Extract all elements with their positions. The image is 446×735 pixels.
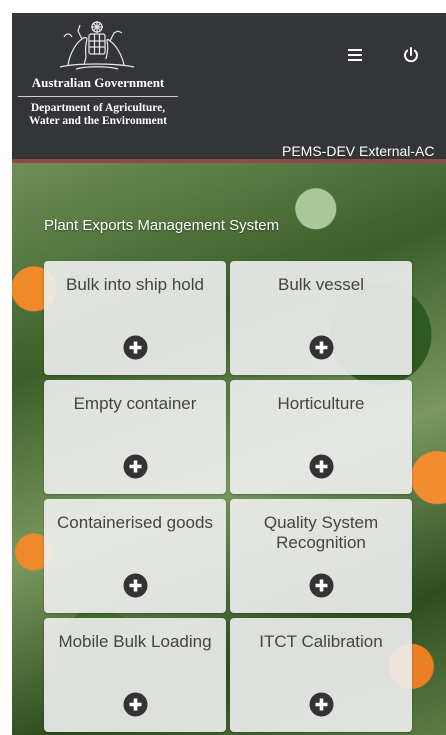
- plus-circle-icon[interactable]: [309, 573, 334, 598]
- tile-label: Bulk vessel: [278, 275, 364, 294]
- tile-itct-calibration[interactable]: ITCT Calibration: [230, 618, 412, 732]
- government-crest-icon: [59, 21, 135, 70]
- tile-label: ITCT Calibration: [259, 632, 383, 651]
- tile-containerised-goods[interactable]: Containerised goods: [44, 499, 226, 613]
- department-line-1: Department of Agriculture,: [30, 102, 166, 114]
- plus-circle-icon[interactable]: [309, 454, 334, 479]
- system-title: Plant Exports Management System: [44, 217, 280, 234]
- plus-circle-icon[interactable]: [123, 692, 148, 717]
- tile-label: Empty container: [73, 394, 197, 413]
- tile-bulk-into-ship-hold[interactable]: Bulk into ship hold: [44, 261, 226, 375]
- tile-label: Containerised goods: [57, 513, 213, 532]
- tile-label: Quality System Recognition: [263, 513, 379, 552]
- plus-circle-icon[interactable]: [309, 335, 334, 360]
- environment-label: PEMS-DEV External-AC: [282, 143, 435, 159]
- tile-horticulture[interactable]: Horticulture: [230, 380, 412, 494]
- divider: [18, 96, 178, 97]
- department-name: Department of Agriculture, Water and the…: [12, 102, 184, 128]
- plus-circle-icon[interactable]: [123, 573, 148, 598]
- tile-bulk-vessel[interactable]: Bulk vessel: [230, 261, 412, 375]
- tile-label: Bulk into ship hold: [66, 275, 204, 294]
- hamburger-menu-icon[interactable]: [348, 49, 362, 63]
- government-name: Australian Government: [31, 75, 165, 90]
- plus-circle-icon[interactable]: [309, 692, 334, 717]
- tile-label: Mobile Bulk Loading: [58, 632, 212, 651]
- plus-circle-icon[interactable]: [123, 454, 148, 479]
- tile-empty-container[interactable]: Empty container: [44, 380, 226, 494]
- header: Australian Government Department of Agri…: [12, 13, 446, 163]
- app-page: Australian Government Department of Agri…: [12, 13, 446, 735]
- main-content: Plant Exports Management System Bulk int…: [12, 163, 446, 735]
- department-line-2: Water and the Environment: [29, 115, 167, 127]
- plus-circle-icon[interactable]: [123, 335, 148, 360]
- power-icon[interactable]: [402, 46, 420, 64]
- tile-label: Horticulture: [277, 394, 365, 413]
- tile-mobile-bulk-loading[interactable]: Mobile Bulk Loading: [44, 618, 226, 732]
- tile-quality-system-recognition[interactable]: Quality System Recognition: [230, 499, 412, 613]
